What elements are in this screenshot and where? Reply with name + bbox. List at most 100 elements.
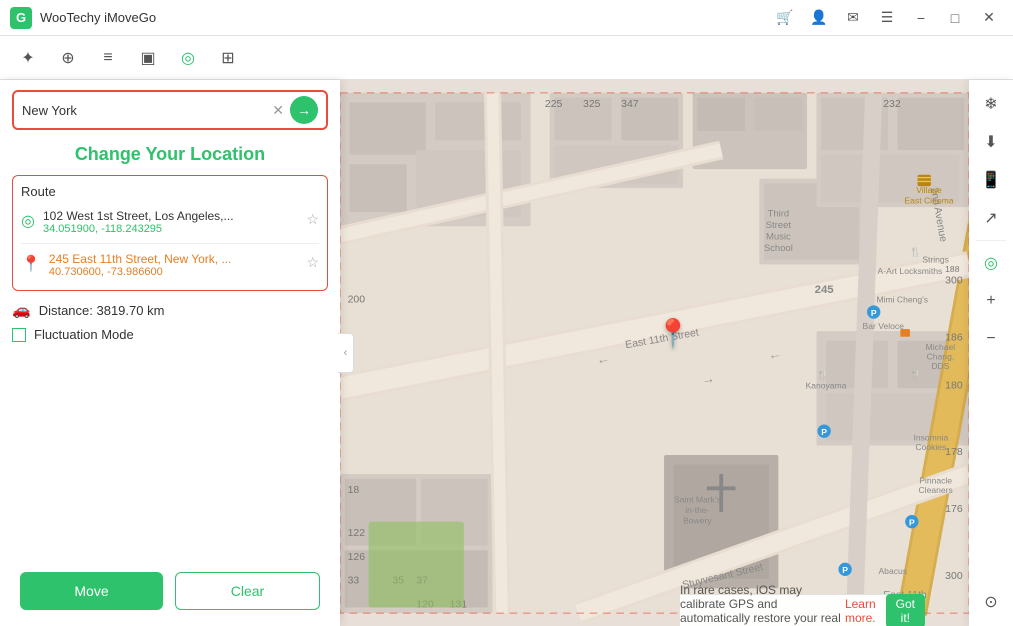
toolbar-jump-btn[interactable]: ⊕ xyxy=(50,40,86,76)
svg-text:←: ← xyxy=(595,350,611,367)
svg-text:225: 225 xyxy=(545,99,563,110)
toolbar-import-btn[interactable]: ▣ xyxy=(130,40,166,76)
svg-text:School: School xyxy=(764,243,793,254)
route-divider xyxy=(21,243,319,244)
destination-address[interactable]: 245 East 11th Street, New York, ... xyxy=(49,252,299,266)
left-panel: ✕ → Change Your Location Route ◎ 102 Wes… xyxy=(0,80,340,626)
svg-text:Bowery: Bowery xyxy=(683,516,712,526)
svg-text:Third: Third xyxy=(768,209,790,220)
toolbar-move-btn[interactable]: ✦ xyxy=(10,40,46,76)
device-btn[interactable]: 📱 xyxy=(973,162,1009,198)
destination-icon: 📍 xyxy=(21,254,41,274)
learn-more-link[interactable]: Learn more. xyxy=(845,597,876,625)
toolbar-location-btn[interactable]: ◎ xyxy=(170,40,206,76)
svg-text:East Cinema: East Cinema xyxy=(904,195,953,205)
svg-text:18: 18 xyxy=(348,485,360,496)
route-destination-item: 📍 245 East 11th Street, New York, ... 40… xyxy=(21,248,319,282)
svg-text:232: 232 xyxy=(883,99,901,110)
titlebar: G WooTechy iMoveGo 🛒 👤 ✉ ☰ − □ ✕ xyxy=(0,0,1013,36)
route-label: Route xyxy=(21,184,319,199)
right-tools: ❄ ⬇ 📱 ↗ ◎ + − ⊙ xyxy=(969,80,1013,626)
destination-text: 245 East 11th Street, New York, ... 40.7… xyxy=(49,252,299,278)
zoom-out-btn[interactable]: − xyxy=(973,321,1009,357)
rt-divider xyxy=(976,240,1006,241)
svg-text:178: 178 xyxy=(945,447,963,458)
svg-text:DDS: DDS xyxy=(931,361,949,371)
svg-text:Cookies: Cookies xyxy=(915,442,946,452)
destination-star-icon[interactable]: ☆ xyxy=(306,254,319,271)
move-button[interactable]: Move xyxy=(20,572,163,610)
svg-text:🍴: 🍴 xyxy=(910,370,922,382)
origin-icon: ◎ xyxy=(21,211,35,231)
toolbar-route-btn[interactable]: ≡ xyxy=(90,40,126,76)
origin-address[interactable]: 102 West 1st Street, Los Angeles,... xyxy=(43,209,298,223)
map-marker: 📍 xyxy=(656,317,691,350)
svg-text:A-Art Locksmiths: A-Art Locksmiths xyxy=(878,266,943,276)
svg-text:Mimi Cheng's: Mimi Cheng's xyxy=(876,294,928,304)
panel-title: Change Your Location xyxy=(0,138,340,175)
svg-text:122: 122 xyxy=(348,528,366,539)
user-icon[interactable]: 👤 xyxy=(805,4,833,32)
navigate-btn[interactable]: ↗ xyxy=(973,200,1009,236)
got-it-button[interactable]: Got it! xyxy=(886,594,925,626)
origin-star-icon[interactable]: ☆ xyxy=(306,211,319,228)
svg-text:🍴: 🍴 xyxy=(817,370,829,382)
origin-coords: 34.051900, -118.243295 xyxy=(43,223,298,235)
svg-text:180: 180 xyxy=(945,380,963,391)
svg-text:Street: Street xyxy=(766,220,792,231)
fluctuation-row: Fluctuation Mode xyxy=(0,323,340,352)
search-go-button[interactable]: → xyxy=(290,96,318,124)
svg-text:Chang,: Chang, xyxy=(927,352,955,362)
collapse-panel-button[interactable]: ‹ xyxy=(338,333,354,373)
freeze-btn[interactable]: ❄ xyxy=(973,86,1009,122)
search-box: ✕ → xyxy=(12,90,328,130)
bottom-bar: In rare cases, iOS may calibrate GPS and… xyxy=(680,594,925,626)
map-canvas: 200 18 122 126 33 35 37 225 325 347 232 … xyxy=(340,80,969,626)
svg-text:200: 200 xyxy=(348,294,366,305)
action-buttons: Move Clear xyxy=(0,562,340,626)
svg-text:P: P xyxy=(909,517,915,527)
app-title: WooTechy iMoveGo xyxy=(40,10,771,25)
svg-text:176: 176 xyxy=(945,504,963,515)
close-button[interactable]: ✕ xyxy=(975,4,1003,32)
minimize-button[interactable]: − xyxy=(907,4,935,32)
svg-text:Pinnacle: Pinnacle xyxy=(919,476,952,486)
distance-row: 🚗 Distance: 3819.70 km xyxy=(0,291,340,323)
cart-icon[interactable]: 🛒 xyxy=(771,4,799,32)
svg-text:33: 33 xyxy=(348,576,360,587)
svg-text:126: 126 xyxy=(348,552,366,563)
map-area[interactable]: 200 18 122 126 33 35 37 225 325 347 232 … xyxy=(340,80,969,626)
toolbar-grid-btn[interactable]: ⊞ xyxy=(210,40,246,76)
svg-text:Saint Mark's: Saint Mark's xyxy=(674,495,721,505)
svg-text:P: P xyxy=(842,565,848,575)
svg-text:in-the-: in-the- xyxy=(685,505,709,515)
svg-text:P: P xyxy=(821,427,827,437)
fluctuation-checkbox[interactable] xyxy=(12,328,26,342)
mail-icon[interactable]: ✉ xyxy=(839,4,867,32)
svg-text:🍴: 🍴 xyxy=(910,246,922,258)
svg-text:325: 325 xyxy=(583,99,601,110)
search-input[interactable] xyxy=(22,103,266,118)
svg-text:←: ← xyxy=(767,346,783,363)
zoom-in-btn[interactable]: + xyxy=(973,283,1009,319)
svg-text:Music: Music xyxy=(766,232,791,243)
svg-text:300: 300 xyxy=(945,571,963,582)
settings-toggle-btn[interactable]: ⊙ xyxy=(973,584,1009,620)
distance-icon: 🚗 xyxy=(12,301,31,319)
menu-icon[interactable]: ☰ xyxy=(873,4,901,32)
download-btn[interactable]: ⬇ xyxy=(973,124,1009,160)
svg-text:Bar Veloce: Bar Veloce xyxy=(863,321,905,331)
bottom-bar-text: In rare cases, iOS may calibrate GPS and… xyxy=(680,583,841,626)
main-content: ✕ → Change Your Location Route ◎ 102 Wes… xyxy=(0,80,1013,626)
svg-text:300: 300 xyxy=(945,275,963,286)
fluctuation-label: Fluctuation Mode xyxy=(34,327,134,342)
origin-text: 102 West 1st Street, Los Angeles,... 34.… xyxy=(43,209,298,235)
svg-text:Cleaners: Cleaners xyxy=(919,485,953,495)
locate-btn[interactable]: ◎ xyxy=(973,245,1009,281)
svg-text:Village: Village xyxy=(916,185,942,195)
search-clear-icon[interactable]: ✕ xyxy=(272,102,284,119)
clear-button[interactable]: Clear xyxy=(175,572,320,610)
svg-text:P: P xyxy=(871,308,877,318)
maximize-button[interactable]: □ xyxy=(941,4,969,32)
svg-text:347: 347 xyxy=(621,99,639,110)
